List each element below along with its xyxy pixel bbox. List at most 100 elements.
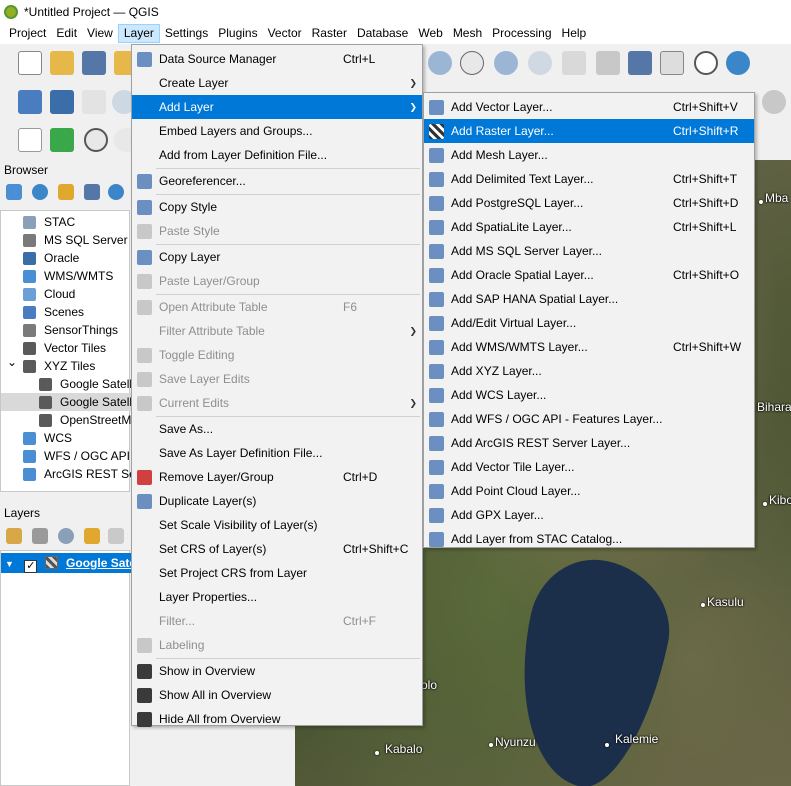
expand-arrow-icon[interactable]: ⌄	[7, 357, 17, 371]
menu-item-add-spatialite-layer[interactable]: Add SpatiaLite Layer... Ctrl+Shift+L	[424, 215, 754, 239]
menu-item-add-delimited-text-layer[interactable]: Add Delimited Text Layer... Ctrl+Shift+T	[424, 167, 754, 191]
menu-item-add-mesh-layer[interactable]: Add Mesh Layer...	[424, 143, 754, 167]
browser-item-ms-sql-server[interactable]: MS SQL Server	[1, 231, 131, 249]
refresh-icon[interactable]	[32, 184, 48, 200]
browser-item-oracle[interactable]: Oracle	[1, 249, 131, 267]
menu-item-save-as-layer-definition-file[interactable]: Save As Layer Definition File...	[132, 441, 422, 465]
menu-project[interactable]: Project	[4, 24, 51, 43]
browser-item-openstreetm[interactable]: OpenStreetM	[1, 411, 131, 429]
menu-view[interactable]: View	[82, 24, 118, 43]
new-geopackage-icon[interactable]	[50, 90, 74, 114]
browser-item-xyz-tiles[interactable]: ⌄ XYZ Tiles	[1, 357, 131, 375]
menu-item-add-wms-wmts-layer[interactable]: Add WMS/WMTS Layer... Ctrl+Shift+W	[424, 335, 754, 359]
menu-item-add-layer[interactable]: Add Layer ❯	[132, 95, 422, 119]
layer-item-google-satellite[interactable]: ▼ ✓ Google Sate	[1, 553, 131, 573]
new-bookmark-icon[interactable]	[562, 51, 586, 75]
menu-item-add-oracle-spatial-layer[interactable]: Add Oracle Spatial Layer... Ctrl+Shift+O	[424, 263, 754, 287]
menu-item-layer-properties[interactable]: Layer Properties...	[132, 585, 422, 609]
browser-item-wcs[interactable]: WCS	[1, 429, 131, 447]
menu-item-set-crs-of-layer-s[interactable]: Set CRS of Layer(s) Ctrl+Shift+C	[132, 537, 422, 561]
menu-raster[interactable]: Raster	[307, 24, 352, 43]
browser-item-scenes[interactable]: Scenes	[1, 303, 131, 321]
select-feature-icon[interactable]	[50, 128, 74, 152]
add-selected-icon[interactable]	[6, 184, 22, 200]
menu-item-add-postgresql-layer[interactable]: Add PostgreSQL Layer... Ctrl+Shift+D	[424, 191, 754, 215]
browser-item-arcgis-rest-serv[interactable]: ArcGIS REST Serv	[1, 465, 131, 483]
manage-visibility-icon[interactable]	[58, 528, 74, 544]
save-project-icon[interactable]	[82, 51, 106, 75]
menu-help[interactable]: Help	[557, 24, 592, 43]
menu-mesh[interactable]: Mesh	[448, 24, 487, 43]
menu-layer[interactable]: Layer	[117, 24, 160, 43]
menu-item-add-wfs-ogc-api-features-layer[interactable]: Add WFS / OGC API - Features Layer...	[424, 407, 754, 431]
menu-item-add-from-layer-definition-file[interactable]: Add from Layer Definition File...	[132, 143, 422, 167]
menu-item-set-scale-visibility-of-layer-s[interactable]: Set Scale Visibility of Layer(s)	[132, 513, 422, 537]
menu-item-show-all-in-overview[interactable]: Show All in Overview	[132, 683, 422, 707]
data-source-manager-icon[interactable]	[18, 90, 42, 114]
menu-item-add-ms-sql-server-layer[interactable]: Add MS SQL Server Layer...	[424, 239, 754, 263]
zoom-in-icon[interactable]	[428, 51, 452, 75]
browser-item-wms-wmts[interactable]: WMS/WMTS	[1, 267, 131, 285]
collapse-arrow-icon[interactable]: ▼	[5, 554, 15, 573]
identify-icon[interactable]	[18, 128, 42, 152]
menu-item-remove-layer-group[interactable]: Remove Layer/Group Ctrl+D	[132, 465, 422, 489]
menu-item-add-raster-layer[interactable]: Add Raster Layer... Ctrl+Shift+R	[424, 119, 754, 143]
toolbar-overflow-icon[interactable]	[762, 90, 786, 114]
collapse-all-icon[interactable]	[84, 184, 100, 200]
menu-item-add-layer-from-stac-catalog[interactable]: Add Layer from STAC Catalog...	[424, 527, 754, 551]
menu-item-copy-layer[interactable]: Copy Layer	[132, 245, 422, 269]
menu-item-add-arcgis-rest-server-layer[interactable]: Add ArcGIS REST Server Layer...	[424, 431, 754, 455]
menu-item-add-edit-virtual-layer[interactable]: Add/Edit Virtual Layer...	[424, 311, 754, 335]
menu-item-add-wcs-layer[interactable]: Add WCS Layer...	[424, 383, 754, 407]
show-bookmarks-icon[interactable]	[596, 51, 620, 75]
menu-item-hide-all-from-overview[interactable]: Hide All from Overview	[132, 707, 422, 731]
new-project-icon[interactable]	[18, 51, 42, 75]
browser-item-google-satell[interactable]: Google Satell	[1, 375, 131, 393]
menu-vector[interactable]: Vector	[263, 24, 307, 43]
menu-web[interactable]: Web	[413, 24, 447, 43]
open-project-icon[interactable]	[50, 51, 74, 75]
layer-styling-icon[interactable]	[6, 528, 22, 544]
menu-item-embed-layers-and-groups[interactable]: Embed Layers and Groups...	[132, 119, 422, 143]
add-group-icon[interactable]	[32, 528, 48, 544]
menu-item-data-source-manager[interactable]: Data Source Manager Ctrl+L	[132, 47, 422, 71]
menu-item-add-sap-hana-spatial-layer[interactable]: Add SAP HANA Spatial Layer...	[424, 287, 754, 311]
spatial-bookmark-icon[interactable]	[628, 51, 652, 75]
menu-item-add-vector-layer[interactable]: Add Vector Layer... Ctrl+Shift+V	[424, 95, 754, 119]
menu-processing[interactable]: Processing	[487, 24, 556, 43]
menu-edit[interactable]: Edit	[51, 24, 82, 43]
menu-plugins[interactable]: Plugins	[213, 24, 262, 43]
zoom-to-layer-icon[interactable]	[528, 51, 552, 75]
filter-icon[interactable]	[58, 184, 74, 200]
browser-item-stac[interactable]: STAC	[1, 213, 131, 231]
filter-expression-icon[interactable]	[108, 528, 124, 544]
menu-item-copy-style[interactable]: Copy Style	[132, 195, 422, 219]
menu-item-add-gpx-layer[interactable]: Add GPX Layer...	[424, 503, 754, 527]
menu-settings[interactable]: Settings	[160, 24, 213, 43]
filter-legend-icon[interactable]	[84, 528, 100, 544]
menu-item-save-as[interactable]: Save As...	[132, 417, 422, 441]
menu-item-show-in-overview[interactable]: Show in Overview	[132, 659, 422, 683]
browser-item-wfs-ogc-api[interactable]: WFS / OGC API -	[1, 447, 131, 465]
browser-item-google-satell[interactable]: Google Satell	[1, 393, 131, 411]
menu-item-georeferencer[interactable]: Georeferencer...	[132, 169, 422, 193]
menu-item-create-layer[interactable]: Create Layer ❯	[132, 71, 422, 95]
temporal-controller-icon[interactable]	[694, 51, 718, 75]
menu-database[interactable]: Database	[352, 24, 413, 43]
browser-item-vector-tiles[interactable]: Vector Tiles	[1, 339, 131, 357]
browser-item-sensorthings[interactable]: SensorThings	[1, 321, 131, 339]
layer-visibility-checkbox[interactable]: ✓	[24, 560, 38, 573]
zoom-to-selection-icon[interactable]	[494, 51, 518, 75]
menu-item-set-project-crs-from-layer[interactable]: Set Project CRS from Layer	[132, 561, 422, 585]
menu-item-add-point-cloud-layer[interactable]: Add Point Cloud Layer...	[424, 479, 754, 503]
menu-item-add-vector-tile-layer[interactable]: Add Vector Tile Layer...	[424, 455, 754, 479]
refresh-icon[interactable]	[726, 51, 750, 75]
menu-item-duplicate-layer-s[interactable]: Duplicate Layer(s)	[132, 489, 422, 513]
add-vector-layer-icon[interactable]	[82, 90, 106, 114]
info-icon[interactable]	[108, 184, 124, 200]
browser-item-cloud[interactable]: Cloud	[1, 285, 131, 303]
menu-item-add-xyz-layer[interactable]: Add XYZ Layer...	[424, 359, 754, 383]
map-tips-icon[interactable]	[660, 51, 684, 75]
zoom-native-icon[interactable]	[460, 51, 484, 75]
measure-icon[interactable]	[84, 128, 108, 152]
